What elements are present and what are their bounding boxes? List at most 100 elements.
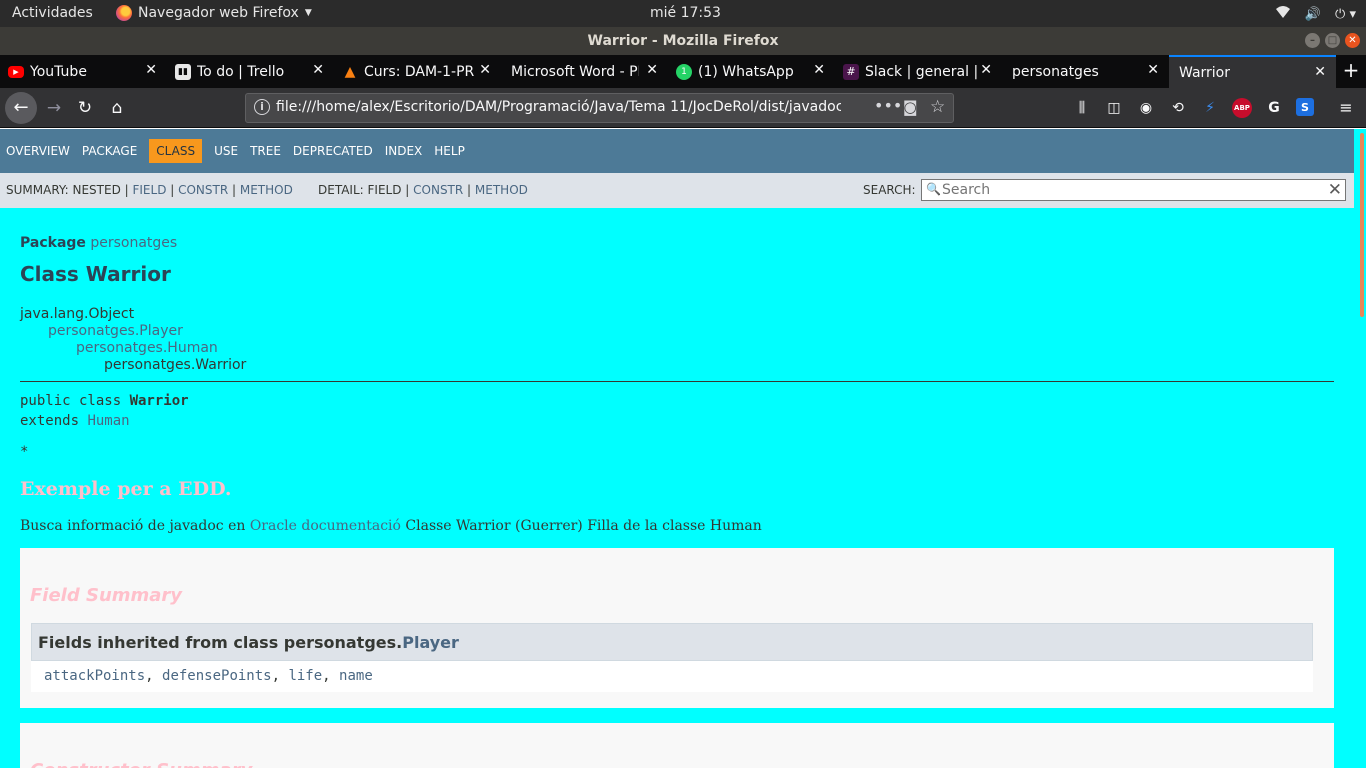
nav-tree[interactable]: TREE	[250, 144, 281, 158]
bolt-extension-icon[interactable]: ⚡	[1200, 98, 1220, 118]
field-link[interactable]: name	[339, 668, 373, 684]
address-bar[interactable]: i file:///home/alex/Escritorio/DAM/Progr…	[245, 93, 954, 123]
menu-icon[interactable]: ≡	[1336, 98, 1356, 118]
slack-icon: #	[843, 63, 859, 80]
inherited-fields-list: attackPoints, defensePoints, life, name	[31, 661, 1313, 692]
forward-button[interactable]: →	[40, 94, 68, 122]
inheritance-human-link[interactable]: personatges.Human	[20, 340, 246, 357]
tab-label: To do | Trello	[197, 63, 285, 80]
doc-description: Busca informació de javadoc en Oracle do…	[20, 518, 762, 534]
close-icon[interactable]: ✕	[980, 62, 992, 78]
class-title: Class Warrior	[20, 262, 171, 286]
tab-youtube[interactable]: ▶ YouTube ✕	[0, 55, 167, 88]
inheritance-warrior: personatges.Warrior	[104, 357, 247, 373]
maximize-button[interactable]: □	[1325, 33, 1340, 48]
system-tray[interactable]: 🔊 ⏻ ▾	[1275, 5, 1356, 23]
search-label: SEARCH:	[863, 183, 916, 197]
divider	[20, 381, 1334, 382]
library-icon[interactable]: ⫼	[1072, 98, 1092, 118]
home-button[interactable]: ⌂	[103, 94, 131, 122]
tab-personatges[interactable]: personatges ✕	[1002, 55, 1169, 88]
reload-button[interactable]: ↻	[71, 94, 99, 122]
new-tab-button[interactable]: +	[1336, 55, 1366, 88]
close-icon[interactable]: ✕	[312, 62, 324, 78]
inherited-prefix: Fields inherited from class personatges.	[38, 633, 403, 652]
tab-trello[interactable]: ▮▮ To do | Trello ✕	[167, 55, 334, 88]
scrollbar-thumb[interactable]	[1360, 133, 1364, 317]
nav-use[interactable]: USE	[214, 144, 238, 158]
system-top-bar: Actividades Navegador web Firefox ▼ mié …	[0, 0, 1366, 27]
decl-super-link[interactable]: Human	[87, 413, 129, 429]
tab-word[interactable]: Microsoft Word - PR ✕	[501, 55, 668, 88]
search-input[interactable]	[942, 181, 1322, 199]
desc-after: Classe Warrior (Guerrer) Filla de la cla…	[400, 518, 762, 534]
tab-slack[interactable]: # Slack | general | ✕	[835, 55, 1002, 88]
inheritance-player-link[interactable]: personatges.Player	[20, 323, 246, 340]
firefox-icon	[116, 5, 132, 21]
inheritance-object: java.lang.Object	[20, 306, 135, 322]
bookmark-star-icon[interactable]: ☆	[930, 97, 945, 117]
package-link[interactable]: personatges	[90, 235, 177, 251]
field-summary-title: Field Summary	[30, 585, 183, 606]
tab-label: Curs: DAM-1-PR	[364, 63, 475, 80]
constructor-summary-title: Constructor Summary	[30, 760, 252, 768]
oracle-doc-link[interactable]: Oracle documentació	[250, 518, 401, 534]
s-extension-icon[interactable]: S	[1296, 98, 1314, 116]
close-icon[interactable]: ✕	[479, 62, 491, 78]
minimize-button[interactable]: –	[1305, 33, 1320, 48]
page-actions-icon[interactable]: •••	[874, 96, 902, 115]
nav-package[interactable]: PACKAGE	[82, 144, 137, 158]
close-icon[interactable]: ✕	[145, 62, 157, 78]
app-menu[interactable]: Navegador web Firefox ▼	[116, 5, 312, 21]
sync-extension-icon[interactable]: ⟲	[1168, 98, 1188, 118]
decl-extends: extends	[20, 413, 88, 429]
tab-whatsapp[interactable]: 1 (1) WhatsApp ✕	[668, 55, 835, 88]
search-icon: 🔍	[926, 182, 941, 196]
nav-class: CLASS	[149, 139, 203, 163]
navigation-toolbar: ← → ↻ ⌂ i file:///home/alex/Escritorio/D…	[0, 88, 1366, 128]
nav-deprecated[interactable]: DEPRECATED	[293, 144, 373, 158]
window-title: Warrior - Mozilla Firefox	[587, 33, 779, 49]
detail-method-link[interactable]: METHOD	[475, 183, 528, 197]
tab-warrior[interactable]: Warrior ✕	[1169, 55, 1336, 88]
close-window-button[interactable]: ✕	[1345, 33, 1360, 48]
tab-label: YouTube	[30, 63, 87, 80]
summary-field-link[interactable]: FIELD	[132, 183, 166, 197]
url-text[interactable]: file:///home/alex/Escritorio/DAM/Program…	[276, 99, 841, 115]
close-icon[interactable]: ✕	[813, 62, 825, 78]
nav-overview[interactable]: OVERVIEW	[6, 144, 70, 158]
sidebar-icon[interactable]: ◫	[1104, 98, 1124, 118]
adblock-icon[interactable]: ABP	[1232, 98, 1252, 118]
field-link[interactable]: attackPoints	[44, 668, 145, 684]
clock[interactable]: mié 17:53	[650, 5, 721, 21]
player-class-link[interactable]: Player	[402, 633, 459, 652]
scrollbar[interactable]	[1354, 129, 1366, 768]
trello-icon: ▮▮	[175, 63, 191, 80]
detail-label: DETAIL: FIELD |	[318, 183, 414, 197]
google-icon[interactable]: G	[1264, 98, 1284, 118]
nav-index[interactable]: INDEX	[385, 144, 423, 158]
nav-help[interactable]: HELP	[434, 144, 465, 158]
close-icon[interactable]: ✕	[646, 62, 658, 78]
field-link[interactable]: defensePoints	[162, 668, 272, 684]
constructor-summary-section: Constructor Summary	[20, 723, 1334, 768]
volume-icon: 🔊	[1304, 6, 1322, 22]
close-icon[interactable]: ✕	[1314, 64, 1326, 80]
tab-strip: ▶ YouTube ✕ ▮▮ To do | Trello ✕ ▲ Curs: …	[0, 55, 1366, 88]
app-menu-label: Navegador web Firefox	[138, 5, 299, 21]
summary-constr-link[interactable]: CONSTR	[178, 183, 228, 197]
back-button[interactable]: ←	[5, 92, 37, 124]
search-box[interactable]: 🔍 ✕	[921, 179, 1346, 201]
account-icon[interactable]: ◉	[1136, 98, 1156, 118]
clear-search-icon[interactable]: ✕	[1328, 180, 1342, 200]
tab-curs[interactable]: ▲ Curs: DAM-1-PR ✕	[334, 55, 501, 88]
site-info-icon[interactable]: i	[254, 99, 270, 115]
detail-links: DETAIL: FIELD | CONSTR | METHOD	[318, 183, 528, 197]
close-icon[interactable]: ✕	[1147, 62, 1159, 78]
pocket-icon[interactable]: ◙	[903, 98, 918, 116]
detail-constr-link[interactable]: CONSTR	[413, 183, 463, 197]
activities-button[interactable]: Actividades	[12, 5, 93, 21]
field-link[interactable]: life	[288, 668, 322, 684]
tab-label: Microsoft Word - PR	[511, 63, 639, 80]
summary-method-link[interactable]: METHOD	[240, 183, 293, 197]
